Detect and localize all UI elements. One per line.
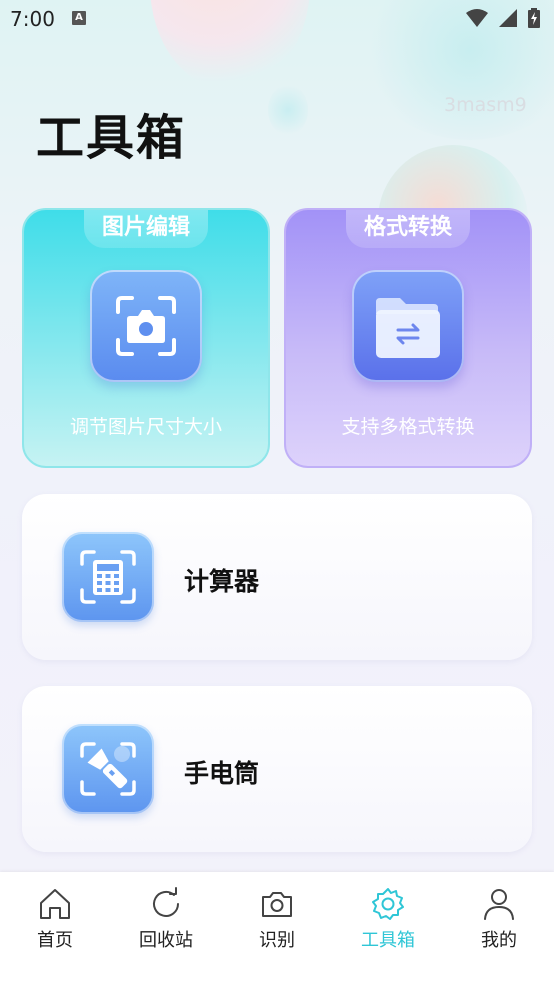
nav-item-recycle-bin[interactable]: 回收站 (111, 886, 221, 952)
nav-item-mine[interactable]: 我的 (444, 886, 554, 952)
card-description: 支持多格式转换 (341, 416, 475, 438)
card-tab-title: 图片编辑 (84, 210, 208, 248)
card-tab-title: 格式转换 (346, 210, 470, 248)
watermark: 3masm9 (444, 94, 527, 116)
camera-scan-icon (90, 270, 202, 382)
status-time: 7:00 (10, 7, 55, 31)
nav-label: 识别 (259, 930, 295, 951)
calculator-tool-card[interactable]: 计算器 (22, 494, 532, 660)
status-icons (460, 8, 540, 28)
nav-item-recognize[interactable]: 识别 (222, 886, 332, 952)
user-icon (484, 889, 514, 920)
wifi-icon (465, 9, 488, 27)
nav-label: 我的 (481, 930, 517, 951)
flashlight-tool-card[interactable]: 手电筒 (22, 686, 532, 852)
tool-label: 手电筒 (184, 759, 260, 788)
page-title: 工具箱 (36, 110, 187, 166)
flashlight-icon (62, 724, 154, 814)
nav-item-home[interactable]: 首页 (0, 886, 110, 952)
refresh-icon (153, 887, 179, 917)
calculator-icon (62, 532, 154, 622)
format-convert-card[interactable]: 格式转换 支持多格式转换 (284, 208, 532, 468)
background-decoration (268, 84, 308, 136)
home-icon (40, 889, 70, 919)
nav-label: 首页 (37, 930, 73, 951)
nav-label: 工具箱 (361, 930, 415, 951)
signal-icon (498, 9, 517, 27)
nav-item-toolbox[interactable]: 工具箱 (333, 886, 443, 952)
status-bar: 7:00 A (0, 0, 554, 38)
tool-label: 计算器 (184, 567, 260, 596)
bottom-nav: 首页 回收站 识别 工具箱 我的 (0, 872, 554, 984)
image-edit-card[interactable]: 图片编辑 调节图片尺寸大小 (22, 208, 270, 468)
camera-icon (262, 892, 292, 917)
battery-icon (528, 8, 540, 28)
nav-label: 回收站 (139, 930, 193, 951)
folder-swap-icon (352, 270, 464, 382)
notification-badge-icon: A (72, 11, 86, 25)
gear-icon (372, 888, 404, 920)
card-description: 调节图片尺寸大小 (69, 416, 222, 438)
